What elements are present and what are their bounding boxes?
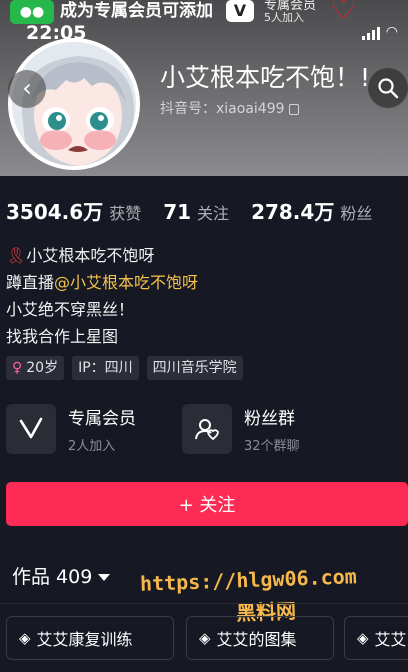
likes-count: 3504.6万 bbox=[6, 200, 104, 224]
douyin-id[interactable]: 抖音号：xiaoai499 bbox=[160, 98, 299, 118]
collection-2-label: 艾艾 bbox=[374, 630, 407, 649]
stack-icon: ◈ bbox=[19, 629, 31, 647]
member-v-icon bbox=[6, 404, 56, 454]
member-feature-text: 专属会员 2人加入 bbox=[68, 404, 136, 454]
watermark-url: https://hlgw06.com bbox=[139, 564, 358, 596]
likes-label: 获赞 bbox=[109, 204, 142, 223]
following-count[interactable]: 71 bbox=[163, 200, 191, 224]
status-icons: ◠ bbox=[361, 24, 398, 40]
wechat-icon: ●● bbox=[10, 0, 54, 24]
notification-sub-count: 5人加入 bbox=[264, 11, 304, 24]
fans-group-title: 粉丝群 bbox=[244, 409, 295, 429]
member-feature-sub: 2人加入 bbox=[68, 439, 116, 454]
bio-line-3: 小艾绝不穿黑丝！ bbox=[6, 300, 135, 319]
signal-icon bbox=[361, 27, 380, 40]
profile-header: ●● 成为专属会员可添加 V 专属会员 5人加入 ♡ 22:05 ◠ ‹ 小艾根… bbox=[0, 0, 408, 176]
heart-icon: ♡ bbox=[330, 0, 357, 27]
stack-icon: ◈ bbox=[357, 629, 369, 647]
profile-bio: 🎗小艾根本吃不饱呀 蹲直播@小艾根本吃不饱呀 小艾绝不穿黑丝！ 找我合作上星图 bbox=[6, 242, 198, 350]
tag-school[interactable]: 四川音乐学院 bbox=[146, 356, 243, 380]
search-button[interactable] bbox=[368, 68, 408, 108]
tag-ip: IP：四川 bbox=[72, 356, 139, 380]
female-icon: ♀ bbox=[12, 360, 23, 376]
bio-cooperate-link[interactable]: 找我合作上星图 bbox=[6, 323, 198, 350]
works-label: 作品 409 bbox=[12, 566, 93, 588]
search-icon bbox=[378, 78, 399, 99]
following-label[interactable]: 关注 bbox=[197, 200, 229, 224]
followers-count[interactable]: 278.4万 bbox=[251, 196, 334, 225]
notification-title: 成为专属会员可添加 bbox=[60, 1, 213, 21]
member-feature[interactable]: 专属会员 2人加入 bbox=[6, 404, 136, 454]
tag-age-text: 20岁 bbox=[26, 360, 59, 376]
follow-button[interactable]: + 关注 bbox=[6, 482, 408, 526]
collection-0-label: 艾艾康复训练 bbox=[36, 630, 133, 649]
copy-icon[interactable] bbox=[288, 103, 299, 115]
bio-mention-link[interactable]: @小艾根本吃不饱呀 bbox=[54, 273, 198, 292]
caret-down-icon bbox=[98, 574, 111, 581]
bio-line-1: 🎗小艾根本吃不饱呀 bbox=[6, 242, 198, 269]
wifi-icon: ◠ bbox=[385, 24, 398, 40]
stack-icon: ◈ bbox=[199, 629, 211, 647]
collection-2[interactable]: ◈ 艾艾 bbox=[344, 616, 408, 660]
ribbon-icon: 🎗 bbox=[6, 246, 27, 265]
followers-label[interactable]: 粉丝 bbox=[340, 200, 372, 224]
profile-nickname: 小艾根本吃不饱！! bbox=[160, 63, 371, 92]
works-tab[interactable]: 作品 409 bbox=[12, 562, 111, 589]
divider bbox=[0, 603, 408, 604]
tag-age: ♀ 20岁 bbox=[6, 356, 65, 380]
collection-0[interactable]: ◈ 艾艾康复训练 bbox=[6, 616, 174, 660]
profile-tags: ♀ 20岁 IP：四川 四川音乐学院 bbox=[6, 356, 243, 380]
bio-line-2: 蹲直播@小艾根本吃不饱呀 bbox=[6, 269, 198, 296]
collection-1[interactable]: ◈ 艾艾的图集 bbox=[186, 616, 334, 660]
bio-line-2-prefix: 蹲直播 bbox=[6, 273, 55, 292]
v-badge-icon: V bbox=[226, 0, 254, 22]
fans-group-icon bbox=[182, 404, 232, 454]
bio-line-1-text: 小艾根本吃不饱呀 bbox=[26, 246, 155, 265]
back-button[interactable]: ‹ bbox=[8, 70, 46, 108]
fans-group-text: 粉丝群 32个群聊 bbox=[244, 404, 300, 454]
fans-group-sub: 32个群聊 bbox=[244, 439, 300, 454]
fans-group-feature[interactable]: 粉丝群 32个群聊 bbox=[182, 404, 300, 454]
collection-1-label: 艾艾的图集 bbox=[216, 630, 297, 649]
member-feature-title: 专属会员 bbox=[68, 409, 136, 429]
douyin-id-text: 抖音号：xiaoai499 bbox=[160, 101, 285, 117]
profile-stats: 3504.6万 获赞 71 关注 278.4万 粉丝 bbox=[6, 196, 394, 225]
